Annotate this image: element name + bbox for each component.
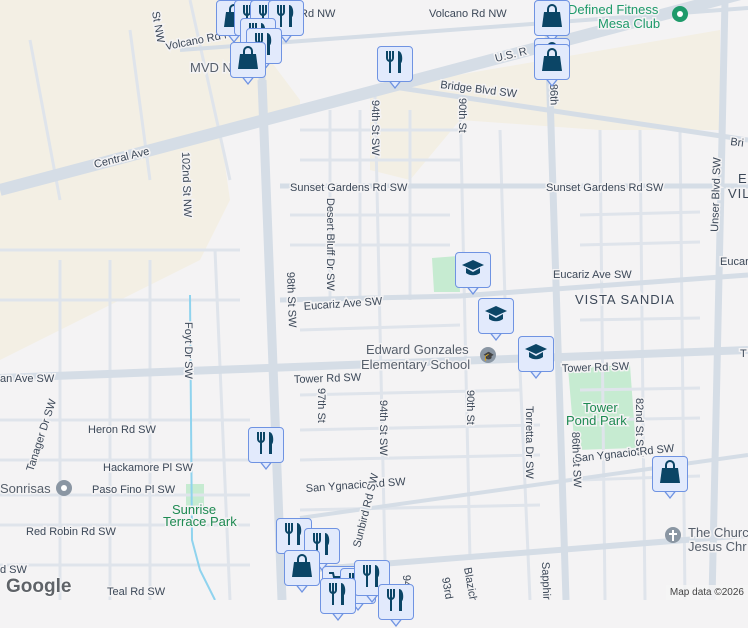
label-defined-fitness-2: Mesa Club <box>598 16 660 31</box>
school-marker[interactable] <box>478 298 514 342</box>
marker-box <box>652 456 688 492</box>
shopping-marker[interactable] <box>284 550 320 594</box>
label-93rd: 93rd <box>439 576 455 600</box>
graduation-cap-icon <box>461 258 485 283</box>
label-torretta: Torretta Dr SW <box>523 406 535 479</box>
marker-box <box>284 550 320 586</box>
label-church-1: The Church <box>688 525 748 540</box>
label-eucariz-right: Eucariz Ave SW <box>553 269 632 281</box>
label-foyt-dr: Foyt Dr SW <box>182 322 194 379</box>
shopping-marker[interactable] <box>534 44 570 88</box>
label-rd-nw-top: Rd NW <box>300 8 336 20</box>
label-90th-st: 90th St <box>464 390 476 425</box>
google-logo: Google <box>6 576 72 597</box>
marker-box <box>248 427 284 463</box>
restaurant-marker[interactable] <box>377 46 413 90</box>
marker-box <box>320 578 356 614</box>
label-red-robin: Red Robin Rd SW <box>26 526 116 538</box>
fork-knife-icon <box>384 50 406 79</box>
label-desert-bluff: Desert Bluff Dr SW <box>324 198 336 291</box>
fork-knife-icon <box>283 522 305 551</box>
label-blazich: Blazich <box>461 566 479 600</box>
shopping-marker[interactable] <box>230 42 266 86</box>
label-vista-partial-1: E <box>738 171 748 186</box>
graduation-cap-icon <box>524 342 548 367</box>
label-us-route: U.S. R <box>494 45 528 64</box>
graduation-cap-icon <box>484 304 508 329</box>
label-94th-st: 94th St SW <box>377 400 389 456</box>
label-tower-rd-far: T <box>740 348 747 360</box>
dentist-pin-icon[interactable] <box>56 480 72 496</box>
label-tower-pond-2: Pond Park <box>566 413 627 428</box>
fork-knife-icon <box>385 588 407 617</box>
restaurant-marker[interactable] <box>320 578 356 622</box>
svg-text:🎓: 🎓 <box>483 351 494 361</box>
shopping-bag-icon <box>541 3 563 33</box>
label-vista-sandia: VISTA SANDIA <box>575 292 675 307</box>
label-sunset-gardens-right: Sunset Gardens Rd SW <box>546 182 664 194</box>
label-tanager: Tanager Dr SW <box>24 397 59 473</box>
map-canvas[interactable]: Central Ave U.S. R Bridge Blvd SW Bri Vo… <box>0 0 748 600</box>
fork-knife-icon <box>255 431 277 460</box>
marker-box <box>478 298 514 334</box>
label-defined-fitness-1: Defined Fitness <box>568 2 659 17</box>
shopping-marker[interactable] <box>652 456 688 500</box>
label-hackamore: Hackamore Pl SW <box>103 462 193 474</box>
fitness-pin-icon[interactable] <box>672 6 688 22</box>
label-san-ygnacio-left: San Ygnacio Rd SW <box>305 476 406 495</box>
school-marker[interactable] <box>518 336 554 380</box>
shopping-bag-icon <box>541 47 563 77</box>
school-marker[interactable] <box>455 252 491 296</box>
marker-box <box>534 0 570 36</box>
restaurant-marker[interactable] <box>248 427 284 471</box>
label-sapphire: Sapphire <box>539 562 553 600</box>
label-church-2: Jesus Chr <box>688 539 747 554</box>
label-eucariz-far: Eucar <box>720 256 748 268</box>
eucariz-ave-road <box>279 272 748 303</box>
label-tower-rd-right: Tower Rd SW <box>562 361 630 375</box>
marker-box <box>534 44 570 80</box>
label-sunrise-2: Terrace Park <box>163 514 237 529</box>
marker-box <box>455 252 491 288</box>
label-98th-st: 98th St SW <box>284 272 298 329</box>
label-heron: Heron Rd SW <box>88 424 156 436</box>
label-mvd: MVD N <box>190 60 232 75</box>
label-an-ave: an Ave SW <box>0 373 55 385</box>
label-tower-rd-left: Tower Rd SW <box>294 372 362 386</box>
label-102nd-st: 102nd St NW <box>179 152 193 218</box>
label-school-1: Edward Gonzales <box>366 342 469 357</box>
marker-box <box>378 584 414 620</box>
shopping-bag-icon <box>291 553 313 583</box>
label-rd-sw-left: d SW <box>0 564 28 576</box>
label-paso-fino: Paso Fino Pl SW <box>92 484 176 496</box>
restaurant-marker[interactable] <box>378 584 414 628</box>
label-teal: Teal Rd SW <box>107 586 166 598</box>
label-97th-st: 97th St <box>315 388 327 423</box>
shopping-bag-icon <box>659 459 681 489</box>
label-vista-partial-2: VIL <box>728 186 748 201</box>
label-volcano-rd-right: Volcano Rd NW <box>429 8 507 20</box>
church-pin-icon[interactable] <box>665 527 681 543</box>
label-sonrisas: Sonrisas <box>0 481 51 496</box>
marker-box <box>377 46 413 82</box>
label-sunset-gardens-left: Sunset Gardens Rd SW <box>290 182 408 194</box>
shopping-bag-icon <box>237 45 259 75</box>
marker-box <box>518 336 554 372</box>
map-attribution[interactable]: Map data ©2026 <box>665 585 748 600</box>
label-bridge-blvd-right: Bri <box>730 136 745 150</box>
label-94th-st-top: 94th St SW <box>369 100 381 156</box>
label-school-2: Elementary School <box>361 357 470 372</box>
label-90th-st-top: 90th St <box>456 98 468 133</box>
fork-knife-icon <box>327 582 349 611</box>
school-pin-icon[interactable]: 🎓 <box>480 347 496 363</box>
marker-box <box>230 42 266 78</box>
